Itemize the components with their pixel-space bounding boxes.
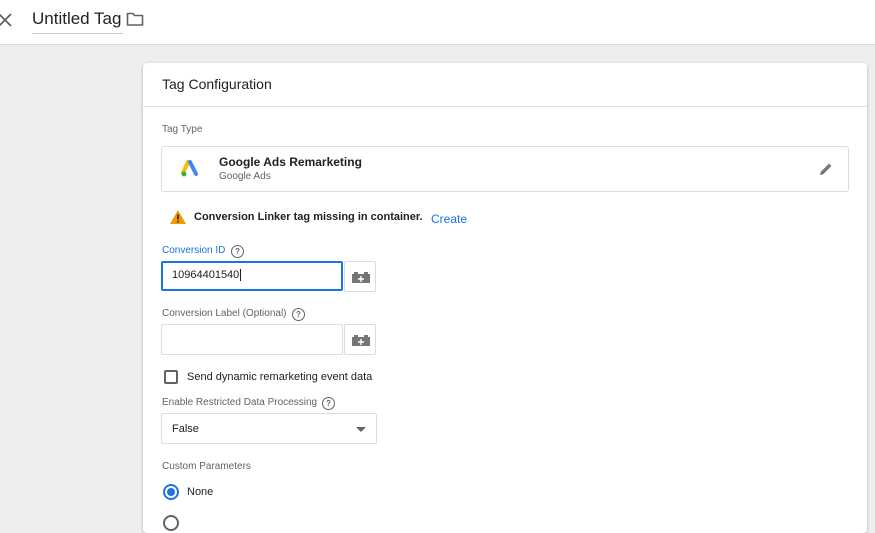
help-icon[interactable]: ? (322, 397, 335, 410)
tag-configuration-card: Tag Configuration Tag Type Google Ads Re… (143, 63, 867, 533)
dynamic-remarketing-checkbox[interactable] (164, 370, 178, 384)
folder-icon[interactable] (126, 11, 146, 29)
warning-message: Conversion Linker tag missing in contain… (194, 211, 423, 223)
radio-none-label: None (187, 486, 214, 498)
variable-picker-icon (352, 335, 370, 346)
custom-parameters-label: Custom Parameters (162, 461, 251, 472)
tag-type-vendor: Google Ads (219, 171, 271, 182)
top-bar: Untitled Tag (0, 0, 875, 45)
chevron-down-icon (356, 427, 366, 432)
conversion-id-value: 10964401540 (172, 269, 240, 281)
conversion-label-input[interactable] (161, 324, 343, 355)
variable-picker-button[interactable] (344, 261, 376, 292)
tag-name-field[interactable]: Untitled Tag (32, 9, 124, 34)
warning-icon (169, 209, 187, 225)
tag-type-selector[interactable]: Google Ads Remarketing Google Ads (161, 146, 849, 192)
radio-option-partial[interactable] (163, 515, 179, 531)
help-icon[interactable]: ? (292, 308, 305, 321)
text-caret (240, 269, 242, 282)
create-conversion-linker-link[interactable]: Create (431, 212, 467, 226)
dynamic-remarketing-label: Send dynamic remarketing event data (187, 371, 373, 383)
pencil-icon[interactable] (818, 161, 834, 177)
conversion-label-label: Conversion Label (Optional) (162, 308, 287, 319)
restricted-data-processing-select[interactable]: False (161, 413, 377, 444)
google-ads-logo-icon (181, 160, 201, 178)
conversion-id-input[interactable]: 10964401540 (161, 261, 343, 291)
card-divider (143, 106, 867, 107)
conversion-id-label: Conversion ID (162, 245, 226, 256)
variable-picker-button[interactable] (344, 324, 376, 355)
close-icon[interactable] (0, 9, 16, 31)
card-title: Tag Configuration (162, 76, 272, 92)
help-icon[interactable]: ? (231, 245, 244, 258)
variable-picker-icon (352, 272, 370, 283)
select-value: False (172, 423, 199, 435)
restricted-data-processing-label: Enable Restricted Data Processing (162, 397, 318, 408)
radio-none[interactable] (163, 484, 179, 500)
tag-type-name: Google Ads Remarketing (219, 155, 362, 169)
tag-type-label: Tag Type (162, 124, 203, 135)
